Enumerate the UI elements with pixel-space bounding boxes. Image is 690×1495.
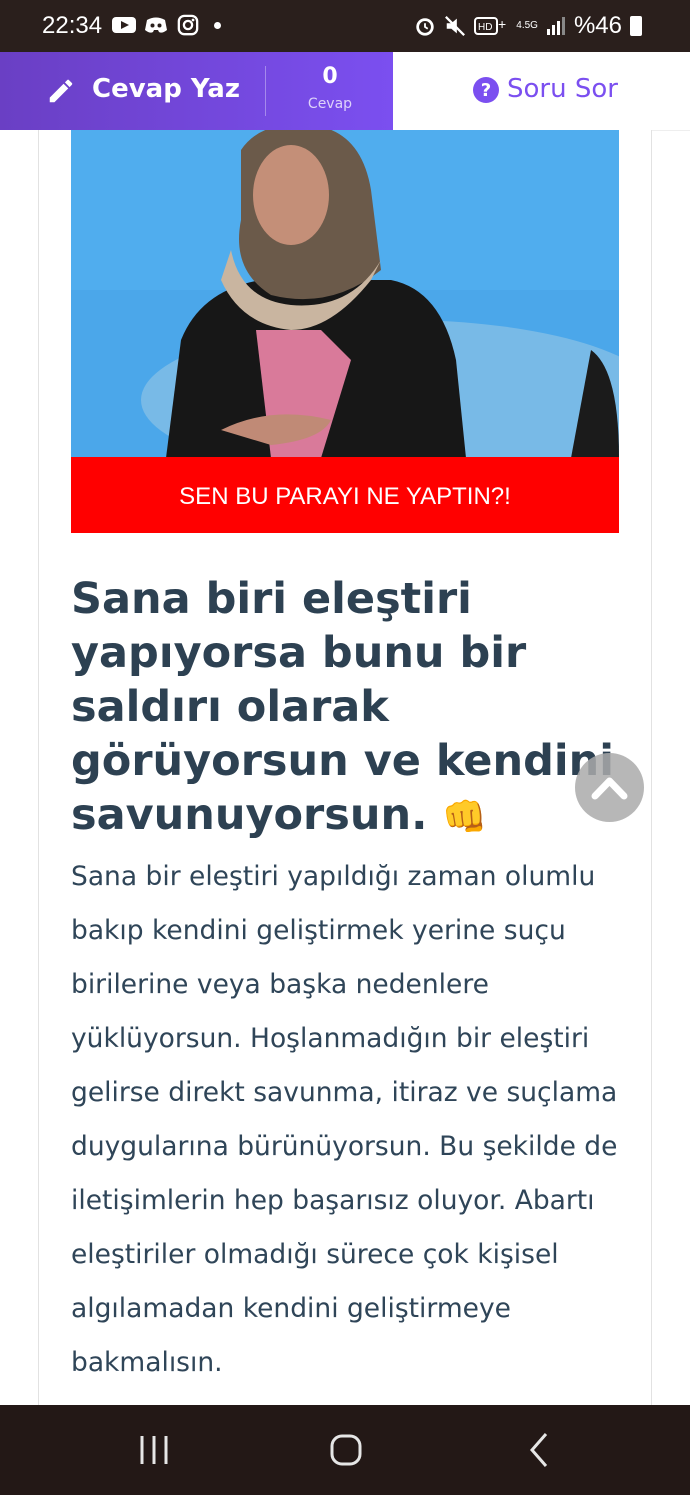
instagram-icon bbox=[177, 14, 199, 36]
headline-text: Sana biri eleştiri yapıyorsa bunu bir sa… bbox=[71, 574, 614, 840]
mute-icon bbox=[445, 16, 466, 36]
divider bbox=[265, 66, 266, 116]
back-icon[interactable] bbox=[520, 1430, 560, 1470]
action-bar: Cevap Yaz 0 Cevap ? Soru Sor bbox=[0, 52, 690, 131]
youtube-icon bbox=[112, 17, 136, 33]
ask-question-button[interactable]: ? Soru Sor bbox=[393, 52, 690, 131]
battery-percentage: %46 bbox=[573, 12, 622, 39]
ask-question-label: Soru Sor bbox=[507, 74, 618, 104]
person-photo bbox=[71, 130, 619, 458]
write-answer-label: Cevap Yaz bbox=[92, 74, 240, 104]
scroll-to-top-button[interactable] bbox=[575, 753, 644, 822]
discord-icon bbox=[145, 17, 167, 33]
question-icon: ? bbox=[473, 77, 499, 103]
chevron-up-icon bbox=[591, 777, 628, 800]
system-navigation-bar bbox=[0, 1405, 690, 1495]
signal-icon bbox=[546, 17, 565, 35]
write-answer-button[interactable]: Cevap Yaz 0 Cevap bbox=[0, 52, 393, 130]
svg-text:+: + bbox=[498, 16, 506, 32]
fist-emoji: 👊 bbox=[442, 797, 488, 838]
image-caption: SEN BU PARAYI NE YAPTIN?! bbox=[71, 457, 619, 533]
svg-text:?: ? bbox=[481, 80, 491, 101]
article-headline: Sana biri eleştiri yapıyorsa bunu bir sa… bbox=[71, 572, 631, 845]
article-body: Sana bir eleştiri yapıldığı zaman olumlu… bbox=[71, 861, 618, 1378]
home-icon[interactable] bbox=[326, 1430, 366, 1470]
answer-count-label: Cevap bbox=[307, 96, 353, 112]
recent-apps-icon[interactable] bbox=[134, 1430, 174, 1470]
battery-icon bbox=[630, 16, 642, 36]
answer-count: 0 bbox=[322, 64, 338, 89]
status-bar: 22:34 HD + 4.5G %46 bbox=[0, 0, 690, 52]
article-image bbox=[71, 130, 619, 458]
notification-dot bbox=[214, 21, 221, 29]
volte-icon: HD + bbox=[474, 16, 506, 35]
status-time: 22:34 bbox=[42, 12, 103, 39]
svg-text:HD: HD bbox=[478, 22, 492, 33]
alarm-icon bbox=[416, 18, 434, 36]
pencil-icon bbox=[49, 79, 73, 103]
network-type: 4.5G bbox=[516, 20, 538, 31]
